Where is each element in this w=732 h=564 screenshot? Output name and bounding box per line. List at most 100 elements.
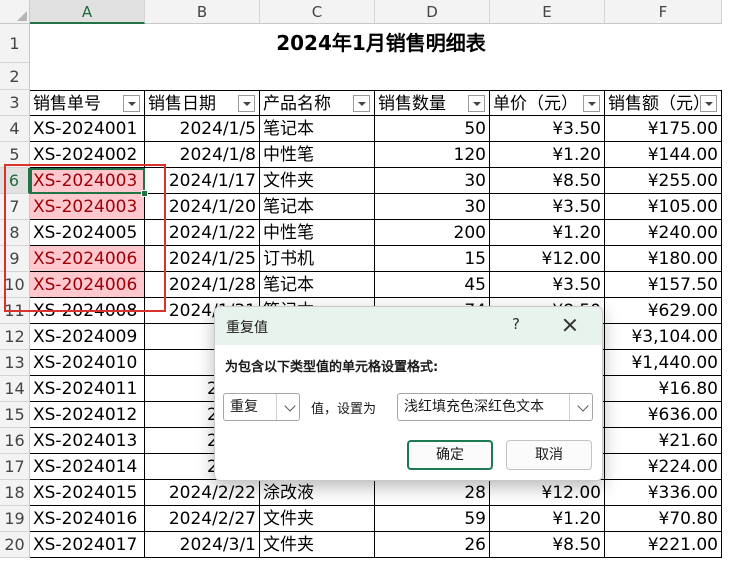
cell-b20[interactable]: 2024/3/1 <box>145 532 260 558</box>
duplicate-values-dialog: 重复值 ? 为包含以下类型值的单元格设置格式: 重复 值，设置为 浅红填充色深红… <box>214 306 603 481</box>
column-header-d[interactable]: D <box>375 0 490 24</box>
cell-e19[interactable]: ¥1.20 <box>490 506 605 532</box>
cell-e4[interactable]: ¥3.50 <box>490 116 605 142</box>
row-header-20[interactable]: 20 <box>0 532 30 558</box>
cell-a12[interactable]: XS-2024009 <box>30 324 145 350</box>
cell-e7[interactable]: ¥3.50 <box>490 194 605 220</box>
cell-d8[interactable]: 200 <box>375 220 490 246</box>
column-header-e[interactable]: E <box>490 0 605 24</box>
column-header-f[interactable]: F <box>605 0 722 24</box>
help-button[interactable]: ? <box>506 315 526 333</box>
cell-a16[interactable]: XS-2024013 <box>30 428 145 454</box>
cell-a15[interactable]: XS-2024012 <box>30 402 145 428</box>
cell-c19[interactable]: 文件夹 <box>260 506 375 532</box>
cell-c6[interactable]: 文件夹 <box>260 168 375 194</box>
cell-a4[interactable]: XS-2024001 <box>30 116 145 142</box>
duplicate-highlight-annotation <box>4 164 166 312</box>
cell-d7[interactable]: 30 <box>375 194 490 220</box>
cell-a18[interactable]: XS-2024015 <box>30 480 145 506</box>
row-header-18[interactable]: 18 <box>0 480 30 506</box>
row-header-4[interactable]: 4 <box>0 116 30 142</box>
cell-f14[interactable]: ¥16.80 <box>605 376 722 402</box>
column-header-b[interactable]: B <box>145 0 260 24</box>
cell-f12[interactable]: ¥3,104.00 <box>605 324 722 350</box>
value-type-dropdown[interactable] <box>276 394 299 420</box>
select-all-corner[interactable] <box>0 0 30 24</box>
cell-f9[interactable]: ¥180.00 <box>605 246 722 272</box>
cell-c5[interactable]: 中性笔 <box>260 142 375 168</box>
close-icon[interactable] <box>558 314 582 336</box>
row-header-2[interactable]: 2 <box>0 63 30 90</box>
filter-dropdown-icon[interactable] <box>123 95 140 112</box>
cell-a19[interactable]: XS-2024016 <box>30 506 145 532</box>
cell-d4[interactable]: 50 <box>375 116 490 142</box>
format-dropdown[interactable] <box>569 394 592 420</box>
cell-f18[interactable]: ¥336.00 <box>605 480 722 506</box>
cell-c4[interactable]: 笔记本 <box>260 116 375 142</box>
cell-f20[interactable]: ¥221.00 <box>605 532 722 558</box>
cell-e10[interactable]: ¥3.50 <box>490 272 605 298</box>
cell-c18[interactable]: 涂改液 <box>260 480 375 506</box>
cell-f6[interactable]: ¥255.00 <box>605 168 722 194</box>
cell-f13[interactable]: ¥1,440.00 <box>605 350 722 376</box>
cell-c8[interactable]: 中性笔 <box>260 220 375 246</box>
row-header-15[interactable]: 15 <box>0 402 30 428</box>
row-header-17[interactable]: 17 <box>0 454 30 480</box>
dialog-titlebar[interactable]: 重复值 ? <box>215 307 602 345</box>
cell-c9[interactable]: 订书机 <box>260 246 375 272</box>
cell-d19[interactable]: 59 <box>375 506 490 532</box>
cell-f17[interactable]: ¥224.00 <box>605 454 722 480</box>
cell-f19[interactable]: ¥70.80 <box>605 506 722 532</box>
cell-f15[interactable]: ¥636.00 <box>605 402 722 428</box>
cell-f16[interactable]: ¥21.60 <box>605 428 722 454</box>
row-header-16[interactable]: 16 <box>0 428 30 454</box>
cell-f5[interactable]: ¥144.00 <box>605 142 722 168</box>
filter-dropdown-icon[interactable] <box>700 95 717 112</box>
filter-dropdown-icon[interactable] <box>353 95 370 112</box>
cell-f10[interactable]: ¥157.50 <box>605 272 722 298</box>
row-header-12[interactable]: 12 <box>0 324 30 350</box>
row-header-13[interactable]: 13 <box>0 350 30 376</box>
ok-button[interactable]: 确定 <box>407 440 493 470</box>
filter-dropdown-icon[interactable] <box>583 95 600 112</box>
cell-b18[interactable]: 2024/2/22 <box>145 480 260 506</box>
cell-e5[interactable]: ¥1.20 <box>490 142 605 168</box>
cell-d20[interactable]: 26 <box>375 532 490 558</box>
cell-f11[interactable]: ¥629.00 <box>605 298 722 324</box>
cell-d18[interactable]: 28 <box>375 480 490 506</box>
cell-d5[interactable]: 120 <box>375 142 490 168</box>
column-header-c[interactable]: C <box>260 0 375 24</box>
cell-c10[interactable]: 笔记本 <box>260 272 375 298</box>
cancel-button[interactable]: 取消 <box>506 440 592 470</box>
filter-dropdown-icon[interactable] <box>238 95 255 112</box>
cell-a14[interactable]: XS-2024011 <box>30 376 145 402</box>
cell-a13[interactable]: XS-2024010 <box>30 350 145 376</box>
row-header-3[interactable]: 3 <box>0 90 30 116</box>
cell-d9[interactable]: 15 <box>375 246 490 272</box>
row-header-19[interactable]: 19 <box>0 506 30 532</box>
cell-b19[interactable]: 2024/2/27 <box>145 506 260 532</box>
cell-d6[interactable]: 30 <box>375 168 490 194</box>
cell-c7[interactable]: 笔记本 <box>260 194 375 220</box>
cell-f4[interactable]: ¥175.00 <box>605 116 722 142</box>
cell-e20[interactable]: ¥8.50 <box>490 532 605 558</box>
cell-e6[interactable]: ¥8.50 <box>490 168 605 194</box>
cell-c20[interactable]: 文件夹 <box>260 532 375 558</box>
cell-f7[interactable]: ¥105.00 <box>605 194 722 220</box>
cell-d10[interactable]: 45 <box>375 272 490 298</box>
cell-b4[interactable]: 2024/1/5 <box>145 116 260 142</box>
format-select[interactable]: 浅红填充色深红色文本 <box>397 393 593 421</box>
cell-f8[interactable]: ¥240.00 <box>605 220 722 246</box>
value-type-select[interactable]: 重复 <box>223 393 300 421</box>
cell-a17[interactable]: XS-2024014 <box>30 454 145 480</box>
cell-e8[interactable]: ¥1.20 <box>490 220 605 246</box>
cell-e18[interactable]: ¥12.00 <box>490 480 605 506</box>
cell-a20[interactable]: XS-2024017 <box>30 532 145 558</box>
row-header-14[interactable]: 14 <box>0 376 30 402</box>
chevron-down-icon <box>284 400 296 412</box>
row-header-1[interactable]: 1 <box>0 24 30 63</box>
cell-e9[interactable]: ¥12.00 <box>490 246 605 272</box>
sheet-title[interactable]: 2024年1月销售明细表 <box>30 24 732 63</box>
filter-dropdown-icon[interactable] <box>468 95 485 112</box>
column-header-a[interactable]: A <box>30 0 145 24</box>
